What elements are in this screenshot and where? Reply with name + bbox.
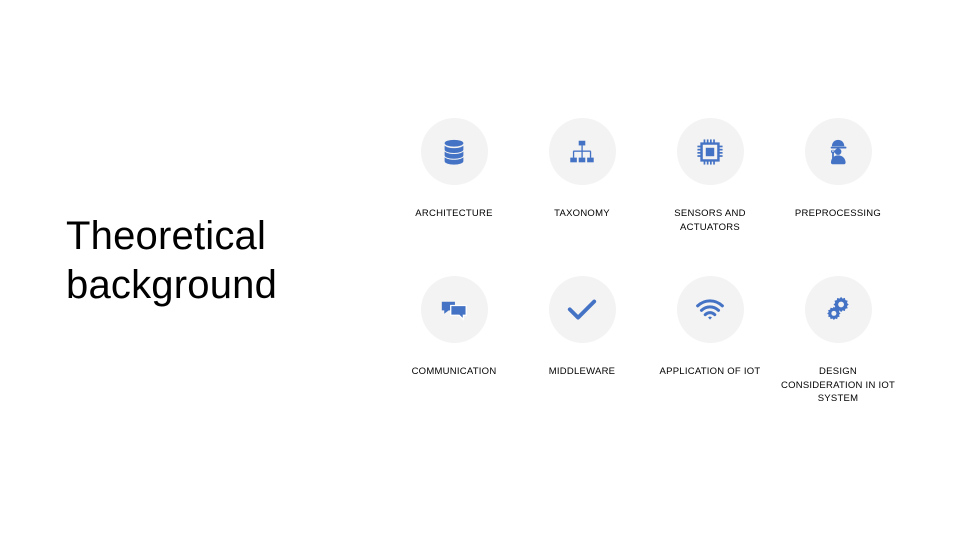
grid-item-design-consideration[interactable]: DESIGN CONSIDERATION IN IOT SYSTEM xyxy=(774,276,902,426)
grid-item-communication[interactable]: COMMUNICATION xyxy=(390,276,518,426)
grid-item-label: SENSORS AND ACTUATORS xyxy=(674,208,746,233)
grid-item-taxonomy[interactable]: TAXONOMY xyxy=(518,118,646,268)
grid-item-application-of-iot[interactable]: APPLICATION OF IOT xyxy=(646,276,774,426)
hierarchy-icon xyxy=(548,118,616,185)
icon-grid: ARCHITECTURE TAXONOMY SENSORS AND ACTUAT… xyxy=(390,118,910,418)
grid-item-middleware[interactable]: MIDDLEWARE xyxy=(518,276,646,426)
gears-icon xyxy=(804,276,872,343)
grid-item-label: COMMUNICATION xyxy=(411,366,497,377)
grid-item-architecture[interactable]: ARCHITECTURE xyxy=(390,118,518,268)
database-icon xyxy=(420,118,488,185)
microchip-icon xyxy=(676,118,744,185)
icon-grid-row: COMMUNICATION MIDDLEWARE APPLICATION OF … xyxy=(390,276,910,426)
grid-item-label: DESIGN CONSIDERATION IN IOT SYSTEM xyxy=(780,366,896,404)
checkmark-icon xyxy=(548,276,616,343)
wifi-icon xyxy=(676,276,744,343)
chat-bubbles-icon xyxy=(420,276,488,343)
icon-grid-row: ARCHITECTURE TAXONOMY SENSORS AND ACTUAT… xyxy=(390,118,910,268)
grid-item-sensors-and-actuators[interactable]: SENSORS AND ACTUATORS xyxy=(646,118,774,268)
grid-item-label: PREPROCESSING xyxy=(794,208,882,219)
worker-icon xyxy=(804,118,872,185)
slide-canvas: Theoretical background ARCHITECTURE TAXO… xyxy=(0,0,960,540)
page-title: Theoretical background xyxy=(66,214,278,307)
grid-item-label: APPLICATION OF IOT xyxy=(659,366,761,377)
grid-item-label: ARCHITECTURE xyxy=(415,208,493,219)
grid-item-label: TAXONOMY xyxy=(554,208,610,219)
grid-item-label: MIDDLEWARE xyxy=(548,366,616,377)
grid-item-preprocessing[interactable]: PREPROCESSING xyxy=(774,118,902,268)
